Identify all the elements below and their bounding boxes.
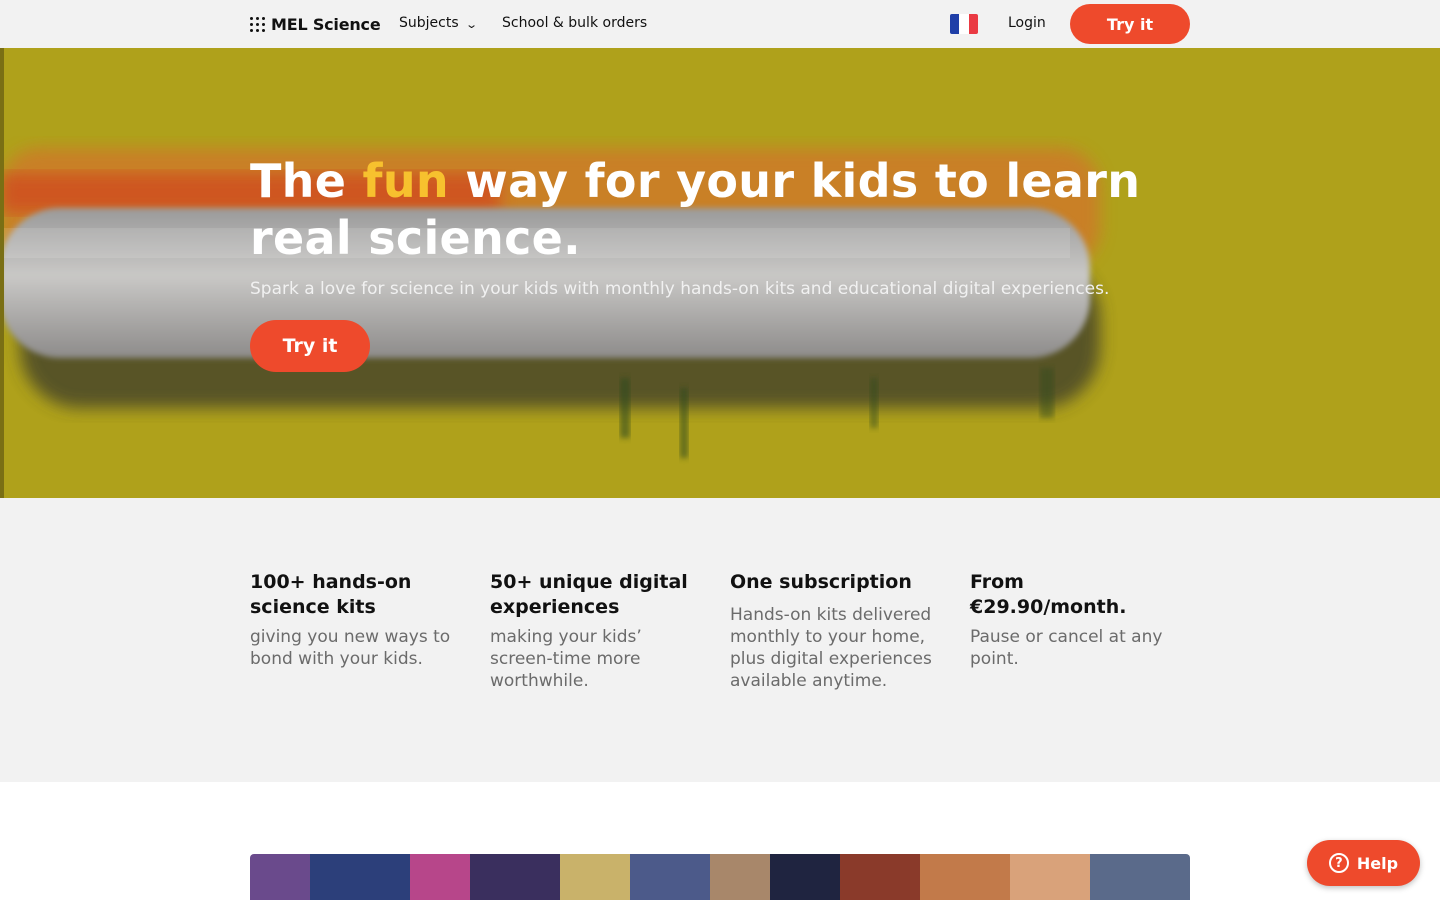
hero-subtitle: Spark a love for science in your kids wi… [250, 279, 1110, 299]
help-button[interactable]: ? Help [1307, 840, 1420, 886]
nav-subjects-label: Subjects [399, 15, 459, 31]
feature-text: Pause or cancel at any point. [970, 627, 1163, 669]
feature-text: Hands-on kits delivered monthly to your … [730, 605, 932, 691]
features-section: 100+ hands-on science kits giving you ne… [0, 498, 1440, 782]
login-link[interactable]: Login [1008, 15, 1046, 31]
nav-subjects-dropdown[interactable]: Subjects ⌄ [399, 15, 478, 31]
kits-collage-image [250, 854, 1190, 900]
chevron-down-icon: ⌄ [464, 17, 478, 31]
feature-title: 50+ unique digital experiences [490, 571, 688, 618]
site-header: MEL Science Subjects ⌄ School & bulk ord… [0, 0, 1440, 48]
logo-dots-icon [250, 16, 265, 32]
help-label: Help [1356, 853, 1399, 873]
france-flag-icon[interactable] [950, 14, 978, 34]
try-it-header-button[interactable]: Try it [1070, 4, 1190, 44]
logo-text: MEL Science [271, 14, 381, 34]
try-it-hero-button[interactable]: Try it [250, 320, 370, 372]
feature-text: giving you new ways to bond with your ki… [250, 627, 451, 669]
feature-title: From €29.90/month. [970, 571, 1127, 618]
feature-price: From €29.90/month. Pause or cancel at an… [970, 570, 1185, 670]
feature-title: 100+ hands-on science kits [250, 571, 412, 618]
mel-science-logo[interactable]: MEL Science [250, 14, 381, 34]
feature-subscription: One subscription Hands-on kits delivered… [730, 570, 945, 692]
feature-kits: 100+ hands-on science kits giving you ne… [250, 570, 465, 670]
hero-title-before: The [250, 154, 363, 208]
question-icon: ? [1328, 853, 1349, 873]
feature-text: making your kids’ screen-time more worth… [490, 627, 642, 691]
feature-title: One subscription [730, 571, 912, 593]
hero-section: The fun way for your kids to learn real … [0, 48, 1440, 498]
feature-digital: 50+ unique digital experiences making yo… [490, 570, 705, 692]
nav-school-bulk-orders-link[interactable]: School & bulk orders [502, 15, 647, 31]
hero-title: The fun way for your kids to learn real … [250, 153, 1190, 267]
hero-title-highlight: fun [362, 154, 449, 208]
hero-background-image [0, 48, 1440, 498]
